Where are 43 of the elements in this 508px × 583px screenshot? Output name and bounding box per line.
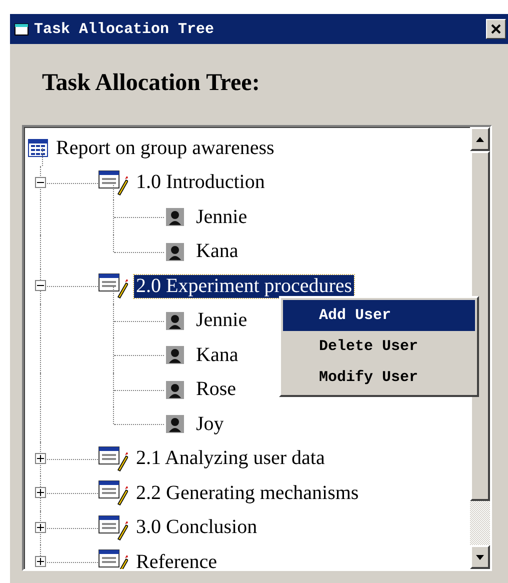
- tree-item[interactable]: Joy: [194, 412, 226, 436]
- expand-button[interactable]: [35, 556, 46, 568]
- tree-item[interactable]: Kana: [194, 344, 240, 367]
- tree-item[interactable]: 2.2 Generating mechanisms: [134, 482, 361, 505]
- collapse-button[interactable]: [35, 280, 46, 292]
- tree-item[interactable]: 2.0 Experiment procedures: [134, 274, 354, 298]
- menu-item[interactable]: Modify User: [283, 362, 475, 393]
- scroll-down-button[interactable]: [470, 545, 490, 569]
- down-arrow-icon: [476, 554, 484, 560]
- plus-icon: [37, 558, 44, 566]
- heading: Task Allocation Tree:: [42, 70, 261, 97]
- tree-item[interactable]: 3.0 Conclusion: [134, 516, 260, 540]
- menu-item[interactable]: Add User: [283, 300, 475, 331]
- tree-item[interactable]: Jennie: [194, 309, 250, 332]
- user-silhouette-icon: [166, 415, 184, 434]
- expand-button[interactable]: [35, 522, 46, 533]
- user-silhouette-icon: [166, 208, 184, 226]
- plus-icon: [37, 489, 44, 496]
- window-title: Task Allocation Tree: [34, 20, 216, 38]
- user-silhouette-icon: [166, 242, 184, 261]
- collapse-button[interactable]: [35, 176, 46, 188]
- close-icon: [491, 24, 501, 34]
- user-silhouette-icon: [166, 312, 184, 330]
- tree-item[interactable]: Reference: [134, 550, 220, 569]
- tree-item[interactable]: Report on group awareness: [54, 136, 276, 160]
- scroll-up-button[interactable]: [470, 127, 490, 151]
- window-icon: [14, 22, 30, 36]
- tree-item[interactable]: Jennie: [194, 206, 250, 229]
- expand-button[interactable]: [35, 487, 46, 498]
- close-button[interactable]: [486, 19, 506, 39]
- tree-item[interactable]: Rose: [194, 378, 238, 402]
- plus-icon: [37, 454, 44, 462]
- tree-item[interactable]: 1.0 Introduction: [134, 171, 267, 194]
- plus-icon: [37, 524, 44, 531]
- table-icon: [28, 139, 48, 158]
- scrollbar[interactable]: [470, 127, 490, 569]
- tree-item[interactable]: 2.1 Analyzing user data: [134, 447, 327, 470]
- user-silhouette-icon: [166, 346, 184, 364]
- user-silhouette-icon: [166, 380, 184, 399]
- menu-item[interactable]: Delete User: [283, 331, 475, 362]
- up-arrow-icon: [476, 136, 484, 142]
- expand-button[interactable]: [35, 452, 46, 464]
- tree-item[interactable]: Kana: [194, 240, 240, 264]
